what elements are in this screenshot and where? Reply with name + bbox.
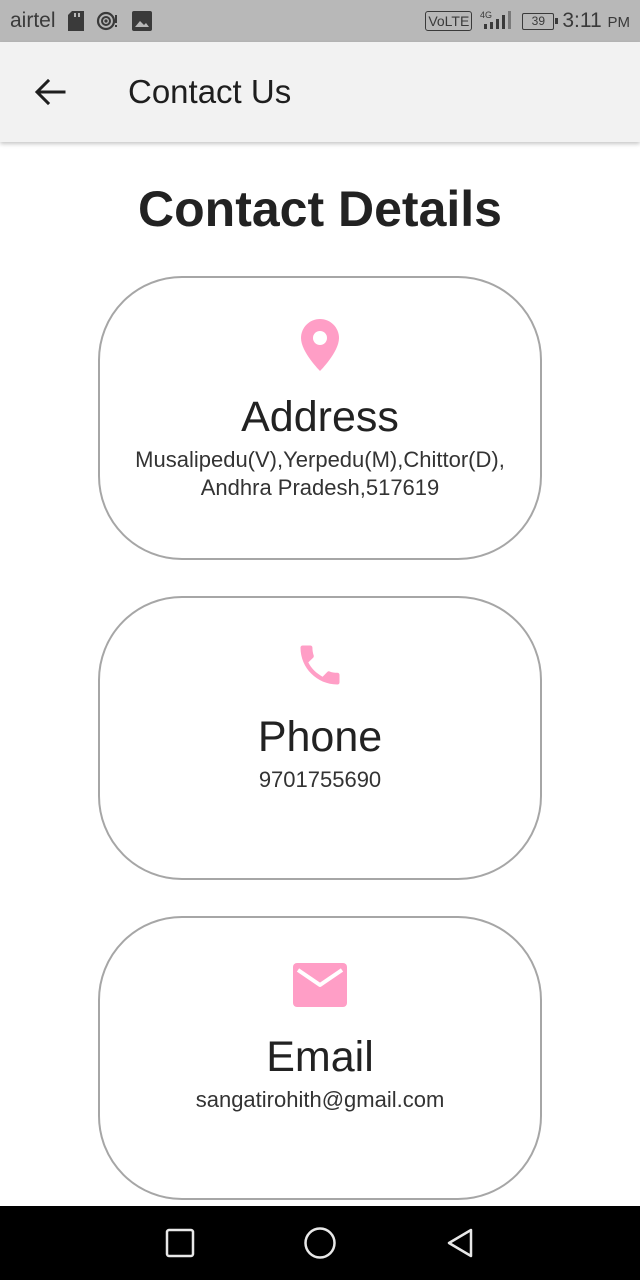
arrow-back-icon <box>34 78 66 106</box>
page-title: Contact Details <box>138 181 502 237</box>
clock-time: 3:11 <box>562 9 602 32</box>
address-card: Address Musalipedu(V),Yerpedu(M),Chittor… <box>98 276 542 560</box>
recents-square-icon <box>165 1228 195 1258</box>
back-triangle-icon <box>447 1228 473 1258</box>
phone-card: Phone 9701755690 <box>98 596 542 880</box>
gallery-icon <box>131 11 152 31</box>
clock-meridiem: PM <box>607 14 631 31</box>
email-heading: Email <box>266 1033 374 1081</box>
hotspot-icon <box>96 11 120 31</box>
recents-button[interactable] <box>150 1213 210 1273</box>
phone-icon <box>294 636 346 694</box>
network-type-label: 4G <box>480 10 492 20</box>
phone-value[interactable]: 9701755690 <box>135 766 505 794</box>
back-button[interactable] <box>20 62 80 122</box>
app-bar: Contact Us <box>0 42 640 142</box>
clock: 3:11 PM <box>562 9 630 33</box>
home-circle-icon <box>304 1227 336 1259</box>
sd-card-icon <box>67 11 84 31</box>
address-heading: Address <box>241 393 399 441</box>
system-nav-bar <box>0 1206 640 1280</box>
home-button[interactable] <box>290 1213 350 1273</box>
email-value[interactable]: sangatirohith@gmail.com <box>135 1086 505 1114</box>
mail-icon <box>293 956 347 1014</box>
battery-level: 39 <box>531 13 545 28</box>
battery-icon: 39 <box>522 12 559 30</box>
volte-indicator: VoLTE <box>425 11 473 31</box>
app-bar-title: Contact Us <box>128 73 292 110</box>
phone-heading: Phone <box>257 713 383 761</box>
location-pin-icon <box>301 316 339 374</box>
carrier-name: airtel <box>10 9 56 32</box>
nav-back-button[interactable] <box>430 1213 490 1273</box>
address-value: Musalipedu(V),Yerpedu(M),Chittor(D),Andh… <box>135 447 505 500</box>
status-bar: airtel VoLTE 4G 39 3:11 PM <box>0 0 640 42</box>
email-card: Email sangatirohith@gmail.com <box>98 916 542 1200</box>
signal-icon: 4G <box>480 9 514 33</box>
